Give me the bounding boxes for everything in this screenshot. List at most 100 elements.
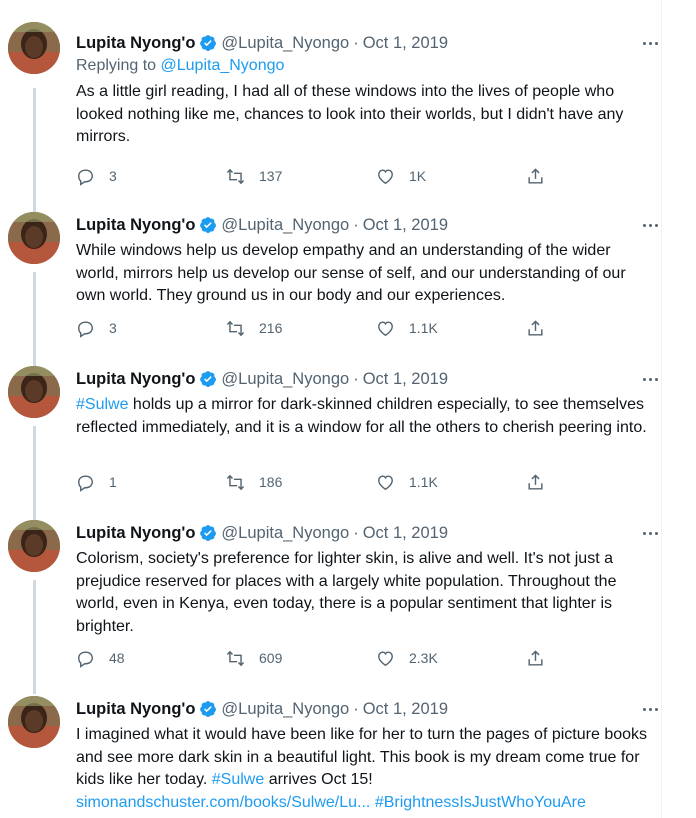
verified-badge-icon bbox=[200, 371, 217, 387]
tweet-text: #Sulwe holds up a mirror for dark-skinne… bbox=[76, 394, 651, 439]
tweet-header: Lupita Nyong'o @Lupita_Nyongo · Oct 1, 2… bbox=[76, 522, 646, 544]
reply-count: 48 bbox=[109, 650, 125, 666]
more-options-icon[interactable] bbox=[640, 704, 660, 714]
author-name[interactable]: Lupita Nyong'o bbox=[76, 216, 195, 235]
author-name[interactable]: Lupita Nyong'o bbox=[76, 34, 195, 53]
author-handle[interactable]: @Lupita_Nyongo bbox=[221, 524, 349, 543]
tweet-date[interactable]: Oct 1, 2019 bbox=[363, 700, 448, 719]
like-count: 1.1K bbox=[409, 474, 438, 490]
tweet-text-tail: arrives Oct 15! bbox=[264, 771, 373, 788]
avatar-column bbox=[8, 696, 60, 748]
more-options-icon[interactable] bbox=[640, 374, 660, 384]
tweet-actions: 3 137 1K bbox=[76, 165, 556, 187]
more-options-icon[interactable] bbox=[640, 528, 660, 538]
tweet-text: As a little girl reading, I had all of t… bbox=[76, 83, 624, 145]
share-icon bbox=[528, 473, 543, 490]
tweet-2[interactable]: Lupita Nyong'o @Lupita_Nyongo · Oct 1, 2… bbox=[0, 192, 662, 366]
tweet-header: Lupita Nyong'o @Lupita_Nyongo · Oct 1, 2… bbox=[76, 214, 646, 236]
avatar-column bbox=[8, 520, 60, 572]
avatar[interactable] bbox=[8, 22, 60, 74]
avatar[interactable] bbox=[8, 520, 60, 572]
like-button[interactable]: 2.3K bbox=[376, 649, 526, 668]
more-options-icon[interactable] bbox=[640, 38, 660, 48]
author-handle[interactable]: @Lupita_Nyongo bbox=[221, 370, 349, 389]
tweet-date[interactable]: Oct 1, 2019 bbox=[363, 34, 448, 53]
heart-icon bbox=[378, 168, 393, 184]
retweet-button[interactable]: 609 bbox=[226, 649, 376, 668]
tweet-date[interactable]: Oct 1, 2019 bbox=[363, 524, 448, 543]
reply-button[interactable]: 1 bbox=[76, 473, 226, 492]
reply-icon bbox=[78, 474, 93, 492]
retweet-button[interactable]: 216 bbox=[226, 319, 376, 338]
more-options-icon[interactable] bbox=[640, 220, 660, 230]
tweet-1[interactable]: Lupita Nyong'o @Lupita_Nyongo · Oct 1, 2… bbox=[0, 10, 662, 216]
tweet-actions: 1 186 1.1K bbox=[76, 471, 556, 493]
tweet-4[interactable]: Lupita Nyong'o @Lupita_Nyongo · Oct 1, 2… bbox=[0, 500, 662, 694]
share-button[interactable] bbox=[526, 473, 545, 492]
share-icon bbox=[528, 649, 543, 666]
retweet-icon bbox=[226, 168, 245, 184]
replying-to-label: Replying to bbox=[76, 57, 161, 74]
reply-icon bbox=[78, 168, 93, 186]
hashtag-link[interactable]: #Sulwe bbox=[212, 771, 264, 788]
like-count: 2.3K bbox=[409, 650, 438, 666]
retweet-count: 609 bbox=[259, 650, 283, 666]
like-count: 1K bbox=[409, 168, 427, 184]
avatar-column bbox=[8, 366, 60, 418]
verified-badge-icon bbox=[200, 217, 217, 233]
reply-count: 3 bbox=[109, 320, 117, 336]
reply-count: 1 bbox=[109, 474, 117, 490]
author-name[interactable]: Lupita Nyong'o bbox=[76, 370, 195, 389]
tweet-text: Colorism, society's preference for light… bbox=[76, 550, 617, 635]
heart-icon bbox=[378, 650, 393, 666]
heart-icon bbox=[378, 320, 393, 336]
replying-to: Replying to @Lupita_Nyongo bbox=[76, 57, 646, 79]
avatar-column bbox=[8, 212, 60, 264]
tweet-date[interactable]: Oct 1, 2019 bbox=[363, 370, 448, 389]
separator: · bbox=[353, 33, 359, 52]
author-handle[interactable]: @Lupita_Nyongo bbox=[221, 34, 349, 53]
separator: · bbox=[353, 699, 359, 718]
tweet-actions: 48 609 2.3K bbox=[76, 647, 556, 669]
tweet-header: Lupita Nyong'o @Lupita_Nyongo · Oct 1, 2… bbox=[76, 698, 646, 720]
verified-badge-icon bbox=[200, 701, 217, 717]
tweet-header: Lupita Nyong'o @Lupita_Nyongo · Oct 1, 2… bbox=[76, 32, 646, 54]
hashtag-link[interactable]: #Sulwe bbox=[76, 396, 128, 413]
separator: · bbox=[353, 215, 359, 234]
reply-icon bbox=[78, 320, 93, 338]
reply-count: 3 bbox=[109, 168, 117, 184]
retweet-button[interactable]: 137 bbox=[226, 167, 376, 186]
hashtag-link-2[interactable]: #BrightnessIsJustWhoYouAre bbox=[375, 794, 586, 811]
tweet-3[interactable]: Lupita Nyong'o @Lupita_Nyongo · Oct 1, 2… bbox=[0, 346, 662, 520]
author-handle[interactable]: @Lupita_Nyongo bbox=[221, 216, 349, 235]
retweet-icon bbox=[226, 320, 245, 336]
tweet-text: I imagined what it would have been like … bbox=[76, 724, 651, 814]
tweet-5[interactable]: Lupita Nyong'o @Lupita_Nyongo · Oct 1, 2… bbox=[0, 676, 662, 818]
share-button[interactable] bbox=[526, 649, 545, 668]
tweet-date[interactable]: Oct 1, 2019 bbox=[363, 216, 448, 235]
verified-badge-icon bbox=[200, 35, 217, 51]
reply-button[interactable]: 48 bbox=[76, 649, 226, 668]
like-button[interactable]: 1.1K bbox=[376, 473, 526, 492]
replying-to-handle[interactable]: @Lupita_Nyongo bbox=[161, 57, 285, 74]
author-name[interactable]: Lupita Nyong'o bbox=[76, 700, 195, 719]
author-handle[interactable]: @Lupita_Nyongo bbox=[221, 700, 349, 719]
like-button[interactable]: 1.1K bbox=[376, 319, 526, 338]
share-button[interactable] bbox=[526, 319, 545, 338]
retweet-button[interactable]: 186 bbox=[226, 473, 376, 492]
url-link[interactable]: simonandschuster.com/books/Sulwe/Lu... bbox=[76, 794, 370, 811]
avatar[interactable] bbox=[8, 366, 60, 418]
verified-badge-icon bbox=[200, 525, 217, 541]
share-button[interactable] bbox=[526, 167, 545, 186]
reply-button[interactable]: 3 bbox=[76, 167, 226, 186]
author-name[interactable]: Lupita Nyong'o bbox=[76, 524, 195, 543]
retweet-icon bbox=[226, 474, 245, 490]
separator: · bbox=[353, 523, 359, 542]
tweet-header: Lupita Nyong'o @Lupita_Nyongo · Oct 1, 2… bbox=[76, 368, 646, 390]
reply-button[interactable]: 3 bbox=[76, 319, 226, 338]
tweet-text-body: holds up a mirror for dark-skinned child… bbox=[76, 396, 647, 436]
like-button[interactable]: 1K bbox=[376, 167, 526, 186]
avatar[interactable] bbox=[8, 212, 60, 264]
avatar[interactable] bbox=[8, 696, 60, 748]
separator: · bbox=[353, 369, 359, 388]
